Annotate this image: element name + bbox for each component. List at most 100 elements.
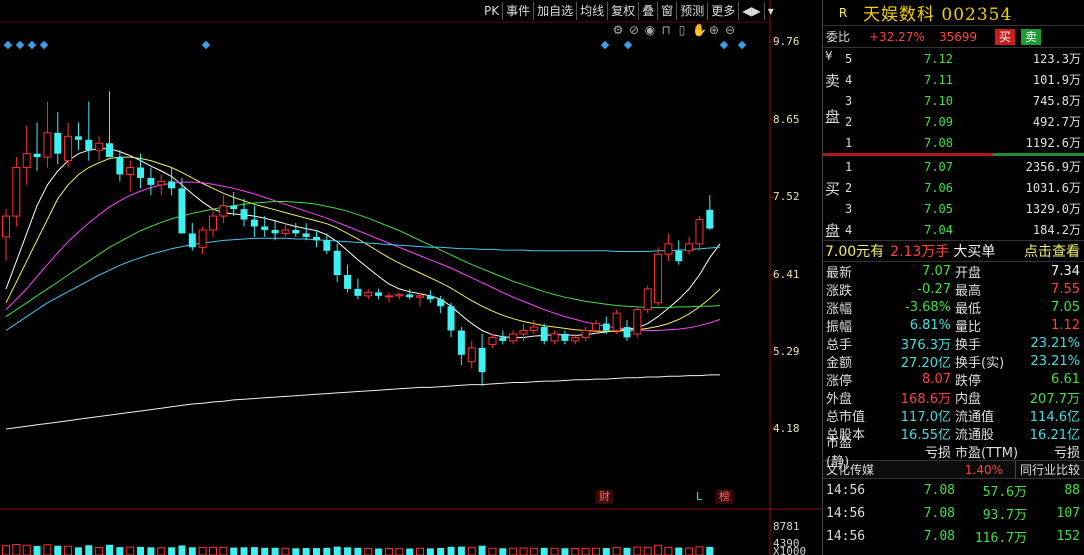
candle-body bbox=[467, 347, 476, 363]
volume-bar bbox=[426, 548, 434, 555]
candle-body bbox=[384, 295, 393, 298]
event-tag-finance[interactable]: 财 bbox=[596, 490, 613, 504]
buy-button[interactable]: 买 bbox=[995, 28, 1016, 45]
candle-body bbox=[261, 226, 269, 230]
volume-bar bbox=[230, 547, 238, 555]
zoom-in-icon[interactable]: ⊕ bbox=[708, 23, 720, 37]
toolbar-add-watchlist[interactable]: 加自选 bbox=[533, 2, 576, 20]
candle-body bbox=[22, 153, 31, 169]
buy-row[interactable]: 4 7.04 184.2万 bbox=[823, 219, 1084, 240]
toolbar-window[interactable]: 窗 bbox=[657, 2, 676, 20]
bookmark-icon[interactable]: ▯ bbox=[676, 23, 688, 37]
event-marker bbox=[600, 40, 610, 50]
sell-row[interactable]: 5 7.12 123.3万 bbox=[823, 48, 1084, 69]
event-marker bbox=[719, 40, 729, 50]
buy-row[interactable]: 1 7.07 2356.9万 bbox=[823, 156, 1084, 177]
price-tick: 9.76 bbox=[773, 35, 800, 48]
toolbar-adjust[interactable]: 复权 bbox=[607, 2, 638, 20]
volume-bar bbox=[54, 545, 62, 555]
volume-bar bbox=[675, 547, 683, 555]
volume-bar bbox=[292, 548, 300, 555]
big-order-row: 7.00元有 2.13万手 大买单 点击查看 bbox=[823, 240, 1084, 262]
candle-body bbox=[344, 275, 352, 289]
sell-row[interactable]: 1 7.08 1192.6万 bbox=[823, 132, 1084, 153]
chart-tool-icons: ⚙ ⊘ ◉ ⊓ ▯ ✋ ⊕ ⊖ bbox=[612, 23, 736, 37]
volume-unit: X1000 bbox=[773, 545, 807, 555]
buy-side-char: 盘 bbox=[825, 222, 841, 240]
sell-row[interactable]: 2 7.09 492.7万 bbox=[823, 111, 1084, 132]
candle-body bbox=[271, 229, 279, 234]
volume-bar bbox=[33, 545, 41, 555]
candle-body bbox=[478, 347, 486, 373]
hand-icon[interactable]: ✋ bbox=[692, 23, 707, 37]
volume-bar bbox=[529, 547, 538, 555]
chart-toolbar: PK 事件 加自选 均线 复权 叠 窗 预测 更多 ◀▶ ▾ bbox=[481, 2, 777, 20]
event-marker bbox=[737, 40, 747, 50]
event-tag-list[interactable]: 榜 bbox=[716, 490, 733, 504]
tick-row[interactable]: 14:56 7.08 57.6万 88 bbox=[823, 479, 1084, 502]
candle-body bbox=[488, 336, 497, 345]
kline-chart-area[interactable]: PK 事件 加自选 均线 复权 叠 窗 预测 更多 ◀▶ ▾ ⚙ ⊘ ◉ ⊓ ▯… bbox=[0, 0, 822, 555]
sell-button[interactable]: 卖 bbox=[1021, 28, 1042, 45]
candle-body bbox=[157, 180, 166, 186]
volume-bar bbox=[384, 548, 393, 555]
candle-body bbox=[364, 291, 373, 297]
stat-row: 总手 376.3万 换手 23.21% bbox=[826, 335, 1080, 353]
toolbar-events[interactable]: 事件 bbox=[502, 2, 533, 20]
volume-bar bbox=[571, 548, 580, 555]
big-order-link[interactable]: 点击查看 bbox=[1024, 241, 1084, 261]
volume-bar bbox=[499, 548, 507, 555]
stock-name: 天娱数科 002354 bbox=[863, 5, 1013, 25]
sell-row[interactable]: 3 7.10 745.8万 bbox=[823, 90, 1084, 111]
volume-bar bbox=[395, 548, 404, 555]
stat-row: 总市值 117.0亿 流通值 114.6亿 bbox=[826, 409, 1080, 425]
industry-compare-button[interactable]: 同行业比较 bbox=[1014, 461, 1084, 478]
buy-row[interactable]: 3 7.05 1329.0万 bbox=[823, 198, 1084, 219]
eye-icon[interactable]: ◉ bbox=[644, 23, 656, 37]
toolbar-forecast[interactable]: 预测 bbox=[676, 2, 707, 20]
volume-bar bbox=[509, 547, 518, 555]
event-marker bbox=[623, 40, 633, 50]
event-marker bbox=[39, 40, 49, 50]
settings-icon[interactable]: ⚙ bbox=[612, 23, 624, 37]
tick-row[interactable]: 14:56 7.08 93.7万 107 bbox=[823, 502, 1084, 525]
candle-body bbox=[509, 333, 518, 342]
toolbar-more[interactable]: 更多 bbox=[707, 2, 738, 20]
stat-row: 外盘 168.6万 内盘 207.7万 bbox=[826, 391, 1080, 407]
volume-bar bbox=[550, 547, 559, 555]
toolbar-dropdown[interactable]: ▾ bbox=[763, 2, 777, 20]
candle-body bbox=[654, 253, 663, 304]
kline-chart[interactable] bbox=[0, 0, 822, 555]
volume-bar bbox=[281, 547, 290, 555]
volume-bar bbox=[12, 544, 21, 555]
volume-bar bbox=[375, 548, 383, 555]
candle-body bbox=[675, 250, 683, 262]
hide-icon[interactable]: ⊘ bbox=[628, 23, 640, 37]
candle-body bbox=[540, 327, 548, 341]
volume-bar bbox=[178, 545, 186, 555]
sell-row[interactable]: 4 7.11 101.9万 bbox=[823, 69, 1084, 90]
toolbar-pk[interactable]: PK bbox=[481, 2, 502, 20]
candle-body bbox=[302, 233, 310, 237]
stock-title-row: R 天娱数科 002354 bbox=[823, 0, 1084, 26]
volume-bar bbox=[95, 547, 104, 555]
lock-icon[interactable]: ⊓ bbox=[660, 23, 672, 37]
toolbar-overlay[interactable]: 叠 bbox=[638, 2, 657, 20]
zoom-out-icon[interactable]: ⊖ bbox=[724, 23, 736, 37]
buy-row[interactable]: 2 7.06 1031.6万 bbox=[823, 177, 1084, 198]
tick-row[interactable]: 14:56 7.08 116.7万 152 bbox=[823, 525, 1084, 548]
moving-average-line bbox=[5, 181, 721, 331]
candle-body bbox=[602, 323, 610, 331]
price-tick: 8.65 bbox=[773, 113, 800, 126]
candle-body bbox=[178, 188, 186, 234]
event-tag-l[interactable]: L bbox=[693, 490, 705, 504]
toolbar-ma[interactable]: 均线 bbox=[576, 2, 607, 20]
weibi-row: 委比 +32.27% 35699 买 卖 bbox=[823, 26, 1084, 48]
toolbar-prev-next[interactable]: ◀▶ bbox=[738, 2, 763, 20]
volume-bar bbox=[643, 546, 652, 555]
industry-name[interactable]: 文化传媒 bbox=[823, 461, 953, 478]
candle-body bbox=[230, 205, 238, 210]
stat-row: 金额 27.20亿 换手(实) 23.21% bbox=[826, 353, 1080, 371]
volume-bar bbox=[664, 546, 673, 555]
volume-bar bbox=[126, 546, 135, 555]
